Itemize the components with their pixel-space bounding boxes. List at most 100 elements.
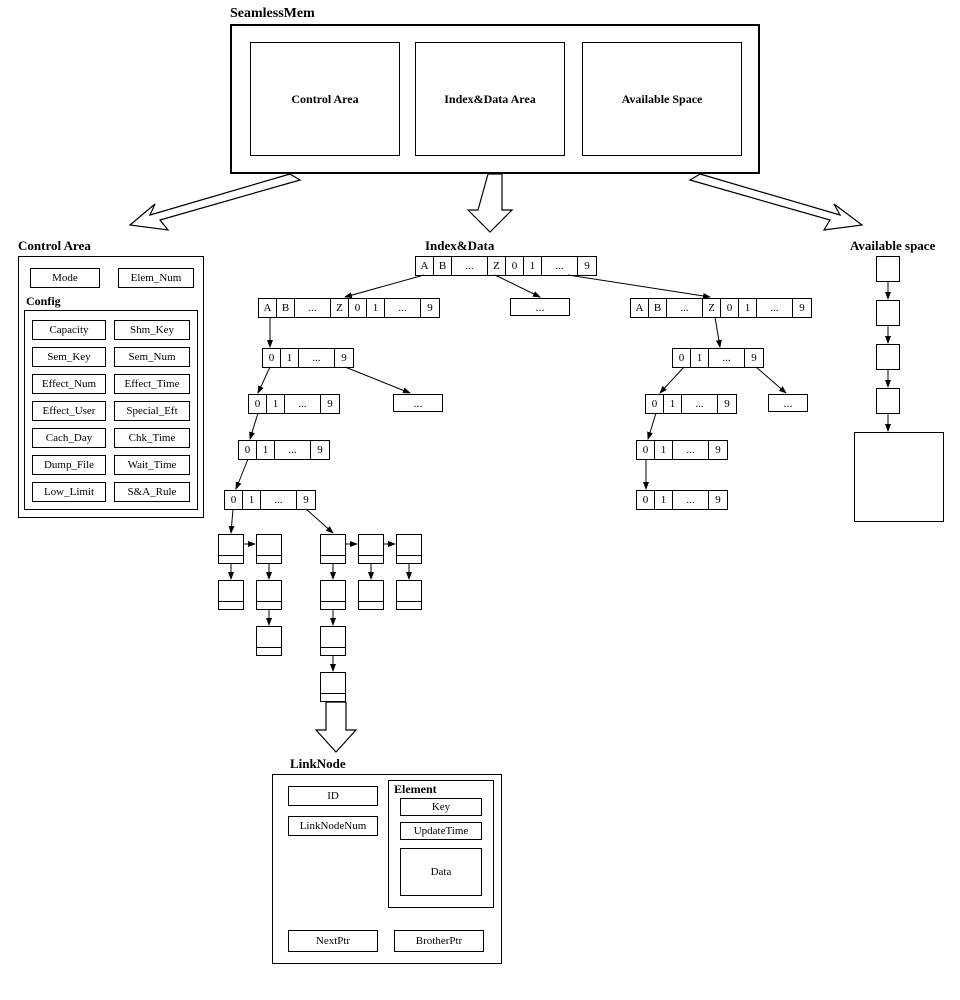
cell: 9 xyxy=(578,257,596,275)
num-row-l6-left: 0 1 ... 9 xyxy=(224,490,316,510)
alpha-row-root: A B ... Z 0 1 ... 9 xyxy=(415,256,597,276)
avail-block xyxy=(854,432,944,522)
cell: B xyxy=(434,257,452,275)
config-cell: Effect_Time xyxy=(114,374,190,394)
cell: 0 xyxy=(721,299,739,317)
config-cell: Dump_File xyxy=(32,455,106,475)
mode-box: Mode xyxy=(30,268,100,288)
avail-node xyxy=(876,256,900,282)
cell: 1 xyxy=(655,441,673,459)
linknode-nextptr: NextPtr xyxy=(288,930,378,952)
linknode-box xyxy=(320,534,346,564)
avail-node xyxy=(876,344,900,370)
cell: 9 xyxy=(709,491,727,509)
element-data: Data xyxy=(400,848,482,896)
cell: 0 xyxy=(349,299,367,317)
cell: 0 xyxy=(225,491,243,509)
cell: ... xyxy=(682,395,718,413)
alpha-row-l2-right: A B ... Z 0 1 ... 9 xyxy=(630,298,812,318)
cell: 1 xyxy=(524,257,542,275)
linknode-brotherptr: BrotherPtr xyxy=(394,930,484,952)
cell: 1 xyxy=(367,299,385,317)
avail-node xyxy=(876,300,900,326)
cell: Z xyxy=(703,299,721,317)
cell: 1 xyxy=(243,491,261,509)
linknode-box xyxy=(256,534,282,564)
ellipsis-box: ... xyxy=(768,394,808,412)
config-cell: Low_Limit xyxy=(32,482,106,502)
element-updatetime: UpdateTime xyxy=(400,822,482,840)
cell: ... xyxy=(757,299,793,317)
cell: ... xyxy=(709,349,745,367)
index-data-area-box: Index&Data Area xyxy=(415,42,565,156)
num-row-l3-right: 0 1 ... 9 xyxy=(672,348,764,368)
num-row-l5-left: 0 1 ... 9 xyxy=(238,440,330,460)
config-cell: Sem_Key xyxy=(32,347,106,367)
cell: 1 xyxy=(664,395,682,413)
cell: ... xyxy=(299,349,335,367)
linknode-box xyxy=(320,626,346,656)
elem-num-box: Elem_Num xyxy=(118,268,194,288)
cell: 0 xyxy=(646,395,664,413)
cell: 0 xyxy=(506,257,524,275)
cell: ... xyxy=(385,299,421,317)
num-row-l4-left: 0 1 ... 9 xyxy=(248,394,340,414)
control-area-title: Control Area xyxy=(18,238,91,254)
cell: 9 xyxy=(321,395,339,413)
config-cell: Capacity xyxy=(32,320,106,340)
cell: 9 xyxy=(718,395,736,413)
config-cell: Wait_Time xyxy=(114,455,190,475)
cell: ... xyxy=(285,395,321,413)
linknode-box xyxy=(320,672,346,702)
cell: 9 xyxy=(709,441,727,459)
cell: 9 xyxy=(311,441,329,459)
num-row-l4-right: 0 1 ... 9 xyxy=(645,394,737,414)
linknode-title: LinkNode xyxy=(290,756,346,772)
num-row-l5-right: 0 1 ... 9 xyxy=(636,440,728,460)
cell: 1 xyxy=(739,299,757,317)
num-row-l6-right: 0 1 ... 9 xyxy=(636,490,728,510)
config-cell: Chk_Time xyxy=(114,428,190,448)
cell: 0 xyxy=(637,441,655,459)
linknode-box xyxy=(256,626,282,656)
cell: Z xyxy=(488,257,506,275)
control-area-box: Control Area xyxy=(250,42,400,156)
config-cell: Special_Eft xyxy=(114,401,190,421)
config-cell: Sem_Num xyxy=(114,347,190,367)
cell: Z xyxy=(331,299,349,317)
linknode-box xyxy=(256,580,282,610)
cell: 1 xyxy=(267,395,285,413)
element-key: Key xyxy=(400,798,482,816)
cell: B xyxy=(649,299,667,317)
cell: 1 xyxy=(655,491,673,509)
alpha-row-l2-left: A B ... Z 0 1 ... 9 xyxy=(258,298,440,318)
cell: 0 xyxy=(637,491,655,509)
main-title: SeamlessMem xyxy=(230,6,315,22)
element-label: Element xyxy=(394,782,437,797)
available-space-title: Available space xyxy=(850,238,935,254)
cell: ... xyxy=(275,441,311,459)
cell: B xyxy=(277,299,295,317)
cell: 9 xyxy=(335,349,353,367)
cell: 1 xyxy=(691,349,709,367)
linknode-id: ID xyxy=(288,786,378,806)
cell: ... xyxy=(673,441,709,459)
config-cell: S&A_Rule xyxy=(114,482,190,502)
cell: 0 xyxy=(239,441,257,459)
cell: 9 xyxy=(297,491,315,509)
cell: A xyxy=(416,257,434,275)
config-cell: Effect_User xyxy=(32,401,106,421)
config-label: Config xyxy=(26,294,61,309)
cell: A xyxy=(631,299,649,317)
linknode-box xyxy=(396,580,422,610)
cell: ... xyxy=(295,299,331,317)
cell: ... xyxy=(542,257,578,275)
linknode-num: LinkNodeNum xyxy=(288,816,378,836)
cell: 1 xyxy=(257,441,275,459)
cell: 0 xyxy=(249,395,267,413)
config-cell: Effect_Num xyxy=(32,374,106,394)
cell: 9 xyxy=(421,299,439,317)
linknode-box xyxy=(320,580,346,610)
linknode-box xyxy=(396,534,422,564)
num-row-l3-left: 0 1 ... 9 xyxy=(262,348,354,368)
